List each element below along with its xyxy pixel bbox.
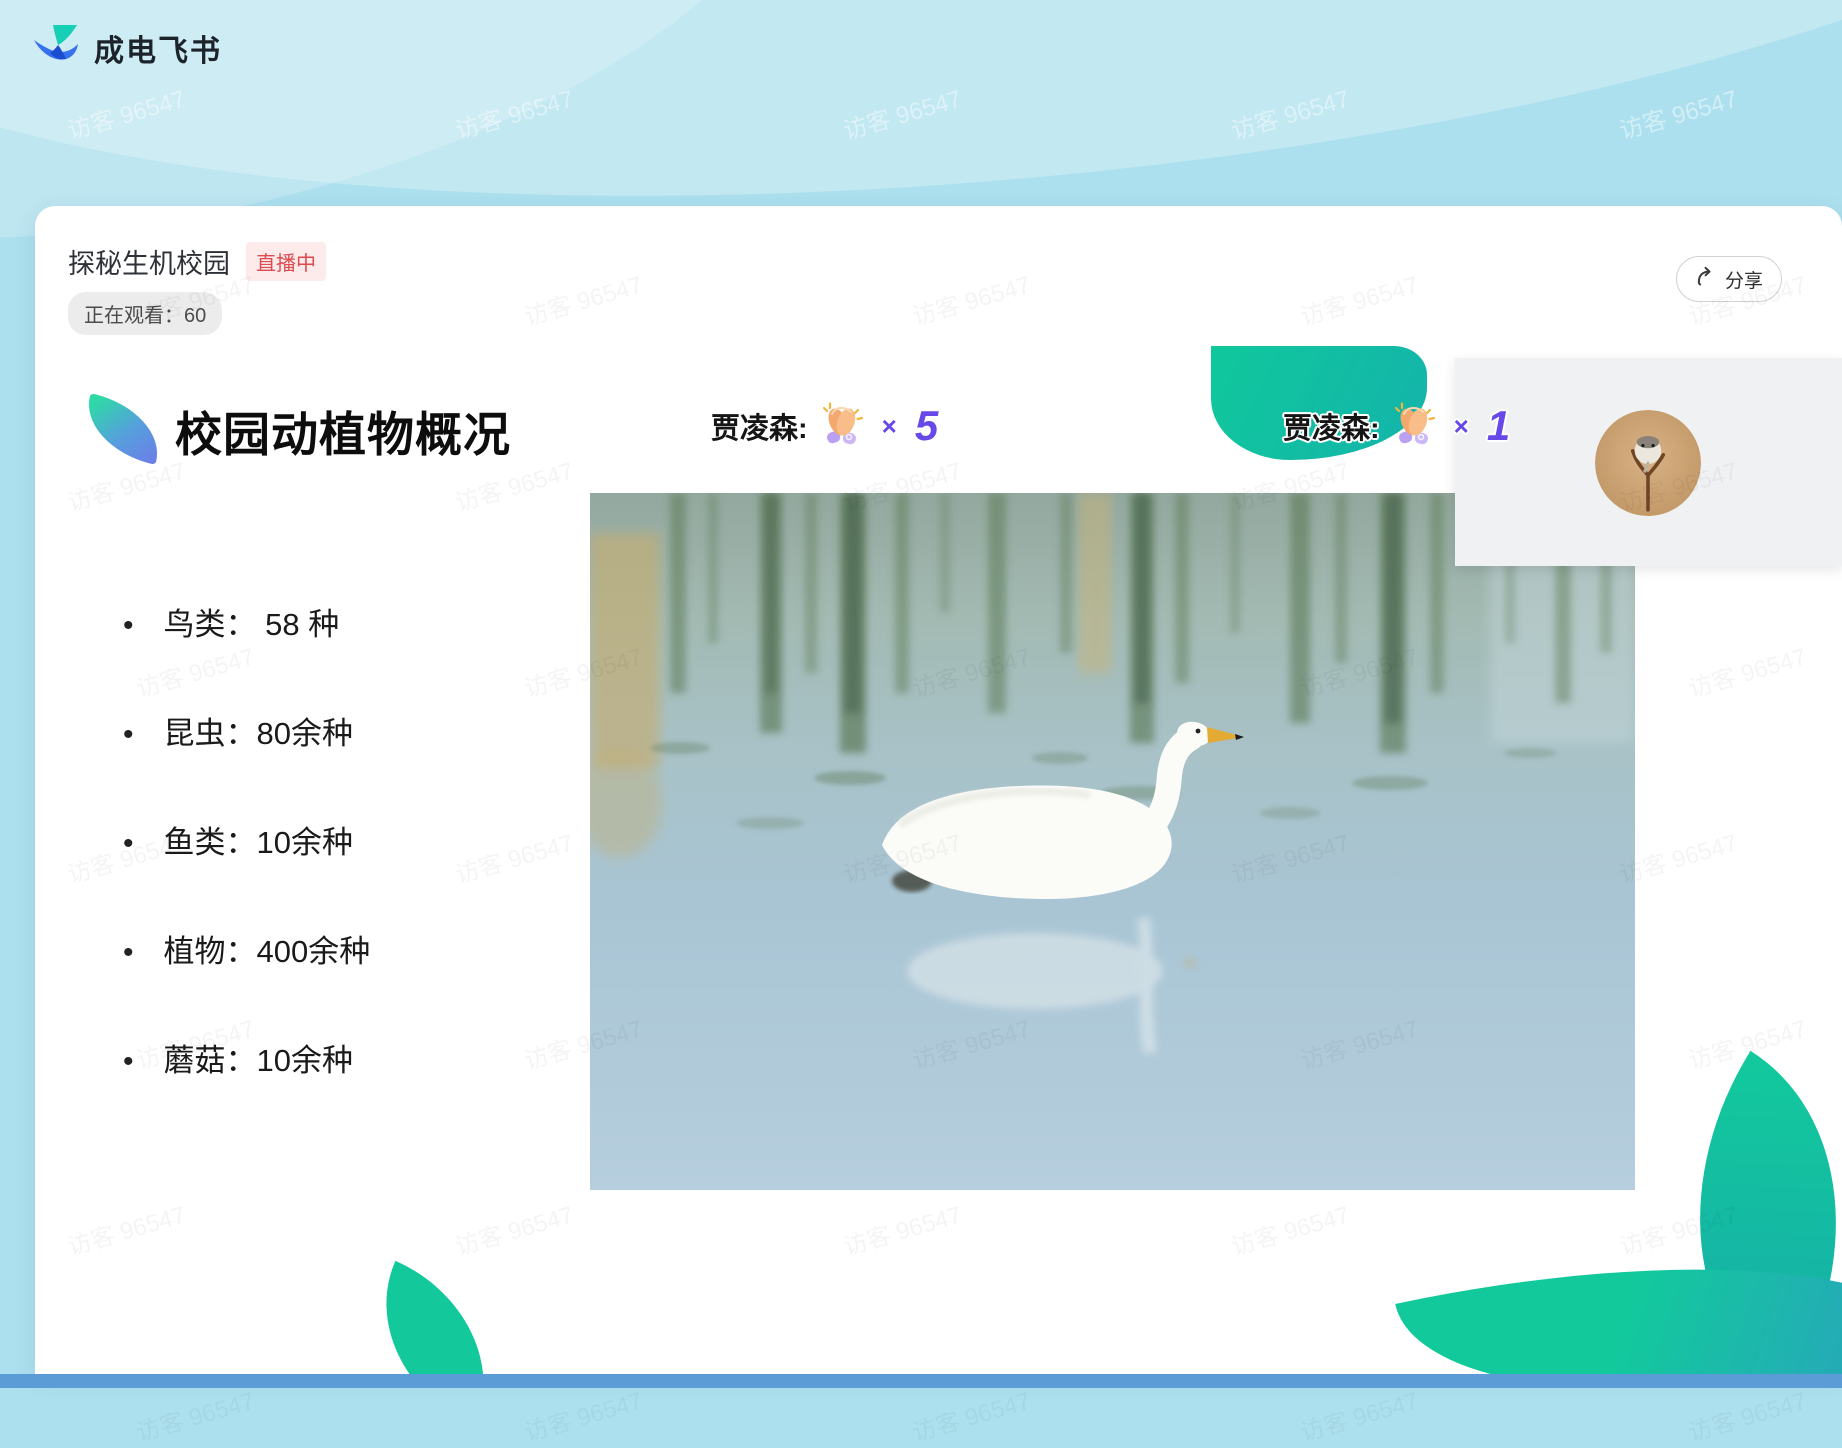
live-title-row: 探秘生机校园 直播中 <box>68 242 326 281</box>
bullet-text: 植物：400余种 <box>164 929 371 975</box>
leaf-decoration-icon <box>78 393 169 465</box>
bullet-text: 鱼类：10余种 <box>164 820 353 866</box>
bullet-dot-icon: • <box>123 603 134 649</box>
live-stream-page: { "app": { "name": "成电飞书" }, "live": { "… <box>0 0 1842 1388</box>
visitor-watermark: 访客 96547 <box>520 1381 646 1448</box>
swan-photo <box>590 493 1635 1190</box>
visitor-watermark: 访客 96547 <box>1684 1381 1810 1448</box>
presenter-avatar <box>1595 410 1701 516</box>
bullet-text: 蘑菇：10余种 <box>164 1038 353 1084</box>
bullet-text: 昆虫：80余种 <box>164 711 353 757</box>
slide-title: 校园动植物概况 <box>175 396 511 465</box>
reaction-multiplier-sign: × <box>1454 411 1469 442</box>
live-status-badge: 直播中 <box>246 242 326 281</box>
bullet-dot-icon: • <box>123 930 134 976</box>
visitor-watermark: 访客 96547 <box>132 1381 258 1448</box>
share-button[interactable]: 分享 <box>1676 256 1782 302</box>
reaction-user-name: 贾凌森: <box>1283 405 1380 447</box>
presenter-video-overlay[interactable] <box>1455 358 1842 566</box>
live-card: 探秘生机校园 直播中 正在观看：60 分享 校园动植物概况 • 鸟类： 58 种 … <box>35 206 1842 1374</box>
bullet-dot-icon: • <box>123 821 134 867</box>
app-header: 成电飞书 <box>30 22 222 73</box>
reaction-user-name: 贾凌森: <box>711 405 808 447</box>
reaction-message: 贾凌森: × 1 <box>1283 396 1510 456</box>
visitor-watermark: 访客 96547 <box>1615 79 1741 146</box>
reaction-message: 贾凌森: × 5 <box>711 396 938 456</box>
clapping-hands-emoji-icon <box>818 400 866 453</box>
footer-bar <box>0 1374 1842 1388</box>
reaction-multiplier-sign: × <box>882 411 897 442</box>
reaction-count: 1 <box>1487 402 1510 450</box>
list-item: • 植物：400余种 <box>123 929 370 976</box>
live-title: 探秘生机校园 <box>68 242 230 281</box>
visitor-watermark: 访客 96547 <box>908 1381 1034 1448</box>
app-name: 成电飞书 <box>94 26 222 70</box>
species-bullet-list: • 鸟类： 58 种 • 昆虫：80余种 • 鱼类：10余种 • 植物：400余种 • 蘑… <box>123 602 370 1147</box>
clapping-hands-emoji-icon <box>1390 400 1438 453</box>
share-icon <box>1695 265 1717 293</box>
list-item: • 鱼类：10余种 <box>123 820 370 867</box>
bullet-dot-icon: • <box>123 1039 134 1085</box>
bullet-dot-icon: • <box>123 712 134 758</box>
viewer-count-badge: 正在观看：60 <box>68 292 222 335</box>
list-item: • 鸟类： 58 种 <box>123 602 370 649</box>
list-item: • 昆虫：80余种 <box>123 711 370 758</box>
share-label: 分享 <box>1725 266 1763 293</box>
visitor-watermark: 访客 96547 <box>1296 1381 1422 1448</box>
leaf-decoration <box>347 1261 524 1374</box>
feishu-logo-icon <box>30 22 80 73</box>
reaction-count: 5 <box>915 402 938 450</box>
list-item: • 蘑菇：10余种 <box>123 1038 370 1085</box>
bullet-text: 鸟类： 58 种 <box>164 602 340 648</box>
